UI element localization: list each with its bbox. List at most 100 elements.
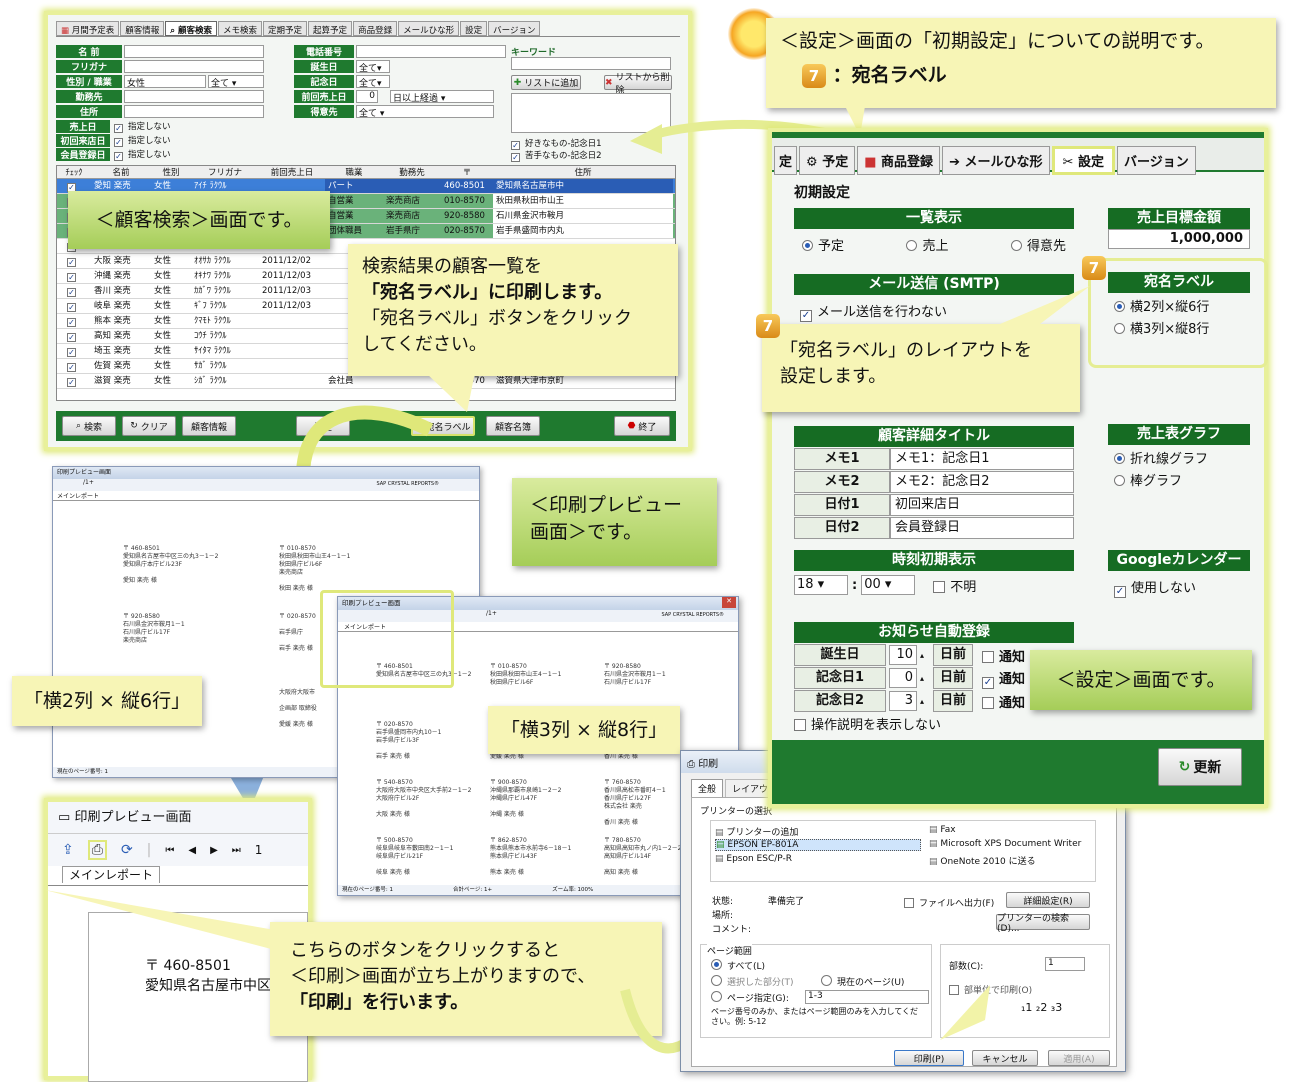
tab-general[interactable]: 全般 — [691, 779, 724, 797]
column-header[interactable]: 前回売上日 — [259, 166, 325, 178]
add-list-button[interactable]: ✚ リストに追加 — [511, 75, 581, 90]
column-header[interactable]: 性別 — [151, 166, 191, 178]
column-header[interactable]: 名前 — [91, 166, 151, 178]
member-date-check[interactable]: ✓ 指定しない — [110, 148, 171, 161]
printer-item[interactable]: ▤ プリンターの追加 — [715, 825, 798, 838]
notice-days-input[interactable]: 3 — [889, 691, 917, 711]
tab-products[interactable]: 商品登録 — [353, 21, 398, 36]
column-header[interactable]: フリガナ — [191, 166, 259, 178]
column-header[interactable]: 職業 — [325, 166, 383, 178]
tab-memo-search[interactable]: メモ検索 — [218, 21, 263, 36]
printer-list[interactable]: ▤ プリンターの追加 ▤ EPSON EP-801A ▤ Epson ESC/P… — [710, 820, 1096, 882]
find-printer-button[interactable]: プリンターの検索(D)... — [996, 914, 1090, 934]
detail-title-input[interactable]: 初回来店日 — [890, 494, 1074, 516]
tab-mail[interactable]: ➔ メールひな形 — [942, 146, 1050, 175]
tab-plan[interactable]: ⚙ 予定 — [799, 146, 856, 175]
search-button[interactable]: ⌕ 検索 — [62, 416, 116, 436]
file-output-check[interactable]: ファイルへ出力(F) — [904, 896, 994, 909]
google-option[interactable]: ✓ 使用しない — [1108, 571, 1250, 604]
unknown-check[interactable]: 不明 — [933, 576, 976, 595]
list-option-client[interactable]: 得意先 — [1010, 235, 1066, 254]
preview-report-tab[interactable]: メインレポート — [53, 491, 479, 501]
apply-button[interactable]: 適用(A) — [1048, 1050, 1110, 1066]
printer-item[interactable]: ▤ Microsoft XPS Document Writer — [929, 839, 1091, 849]
phone-input[interactable] — [356, 45, 506, 58]
furigana-input[interactable] — [124, 60, 264, 73]
printer-item[interactable]: ▤ Fax — [929, 825, 956, 835]
update-button[interactable]: ↻ 更新 — [1158, 748, 1242, 786]
printer-item[interactable]: ▤ Epson ESC/P-R — [715, 854, 792, 864]
range-pages-input[interactable]: 1-3 — [805, 990, 929, 1004]
table-row[interactable]: ✓滋賀 楽売女性ｼｶﾞ ﾗｸｳﾙ会社員520-8570滋賀県大津市京町 — [57, 374, 675, 389]
first-visit-check[interactable]: ✓ 指定しない — [110, 134, 171, 147]
tab-version[interactable]: バージョン — [488, 21, 541, 36]
detail-title-input[interactable]: メモ2：記念日2 — [890, 471, 1074, 493]
tab-products[interactable]: ■ 商品登録 — [857, 146, 941, 175]
row-checkbox[interactable]: ✓ — [57, 344, 91, 358]
range-all-radio[interactable]: すべて(L) — [711, 959, 765, 972]
tab-customer-info[interactable]: 顧客情報 — [120, 21, 165, 36]
customer-info-button[interactable]: 顧客情報 — [182, 416, 236, 436]
notice-check[interactable]: 通知 — [982, 646, 1025, 665]
graph-option-bar[interactable]: 棒グラフ — [1114, 471, 1244, 493]
list-option-plan[interactable]: 予定 — [802, 235, 844, 254]
printer-item[interactable]: ▤ OneNote 2010 に送る — [929, 854, 1036, 867]
row-checkbox[interactable]: ✓ — [57, 314, 91, 328]
exit-button[interactable]: ⬣ 終了 — [614, 416, 670, 436]
remove-list-button[interactable]: ✖ リストから削除 — [604, 73, 672, 96]
notice-check[interactable]: 通知 — [982, 692, 1025, 711]
birthday-select[interactable]: 全て▾ — [356, 60, 390, 74]
client-select[interactable]: 全て ▾ — [356, 105, 494, 119]
cancel-button[interactable]: キャンセル — [972, 1050, 1038, 1066]
column-header[interactable]: 勤務先 — [383, 166, 441, 178]
row-checkbox[interactable]: ✓ — [57, 284, 91, 298]
row-checkbox[interactable]: ✓ — [57, 374, 91, 388]
copies-input[interactable]: 1 — [1045, 957, 1085, 971]
tab-regular[interactable]: 定期予定 — [263, 21, 308, 36]
list-option-sales[interactable]: 売上 — [906, 235, 949, 254]
range-current-radio[interactable]: 現在のページ(U) — [821, 975, 904, 988]
tab-customer-search[interactable]: ⌕ 顧客検索 — [165, 21, 218, 36]
detail-title-input[interactable]: メモ1：記念日1 — [890, 448, 1074, 470]
row-checkbox[interactable]: ✓ — [57, 299, 91, 313]
days-select[interactable]: 日以上経過 ▾ — [390, 90, 494, 104]
job-select[interactable]: 全て ▾ — [208, 75, 264, 89]
gender-select[interactable]: 女性 — [124, 75, 206, 89]
sales-goal-input[interactable]: 1,000,000 — [1108, 229, 1250, 249]
dislikes-check[interactable]: ✓ 苦手なもの-記念日2 — [511, 149, 601, 162]
notice-days-input[interactable]: 10 — [889, 645, 917, 665]
print-button[interactable]: 印刷(P) — [894, 1050, 964, 1066]
printer-item-selected[interactable]: ▤ EPSON EP-801A — [715, 839, 921, 851]
notice-check[interactable]: ✓ 通知 — [982, 668, 1025, 689]
row-checkbox[interactable]: ✓ — [57, 254, 91, 268]
days-input[interactable]: 0 — [356, 90, 378, 103]
tab-version[interactable]: バージョン — [1116, 146, 1196, 175]
range-selection-radio[interactable]: 選択した部分(T) — [711, 975, 794, 988]
sale-date-check[interactable]: ✓ 指定しない — [110, 120, 171, 133]
keyword-input[interactable] — [511, 57, 671, 70]
close-icon[interactable]: ✕ — [722, 597, 736, 608]
tab-settings[interactable]: 設定 — [460, 21, 488, 36]
hour-select[interactable]: 18 ▾ — [794, 575, 848, 595]
address-input[interactable] — [124, 105, 264, 118]
detail-settings-button[interactable]: 詳細設定(R) — [1006, 892, 1090, 908]
tab-settings[interactable]: ✂ 設定 — [1051, 146, 1115, 175]
notice-days-input[interactable]: 0 — [889, 668, 917, 688]
row-checkbox[interactable]: ✓ — [57, 269, 91, 283]
graph-option-line[interactable]: 折れ線グラフ — [1114, 449, 1244, 471]
row-checkbox[interactable]: ✓ — [57, 359, 91, 373]
tab-mail[interactable]: メールひな形 — [398, 21, 460, 36]
column-header[interactable]: 〒 — [441, 166, 493, 178]
range-pages-radio[interactable]: ページ指定(G): — [711, 991, 789, 1004]
row-checkbox[interactable]: ✓ — [57, 329, 91, 343]
tab-calc[interactable]: 起算予定 — [308, 21, 353, 36]
detail-title-input[interactable]: 会員登録日 — [890, 517, 1074, 539]
minute-select[interactable]: 00 ▾ — [861, 575, 916, 595]
column-header[interactable]: ﾁｪｯｸ — [57, 166, 91, 178]
name-input[interactable] — [124, 45, 264, 58]
help-option[interactable]: 操作説明を表示しない — [794, 714, 941, 733]
anniversary-select[interactable]: 全て▾ — [356, 75, 390, 89]
tab-monthly[interactable]: ▦ 月間予定表 — [56, 21, 120, 36]
clear-button[interactable]: ↻ クリア — [122, 416, 176, 436]
workplace-input[interactable] — [124, 90, 264, 103]
